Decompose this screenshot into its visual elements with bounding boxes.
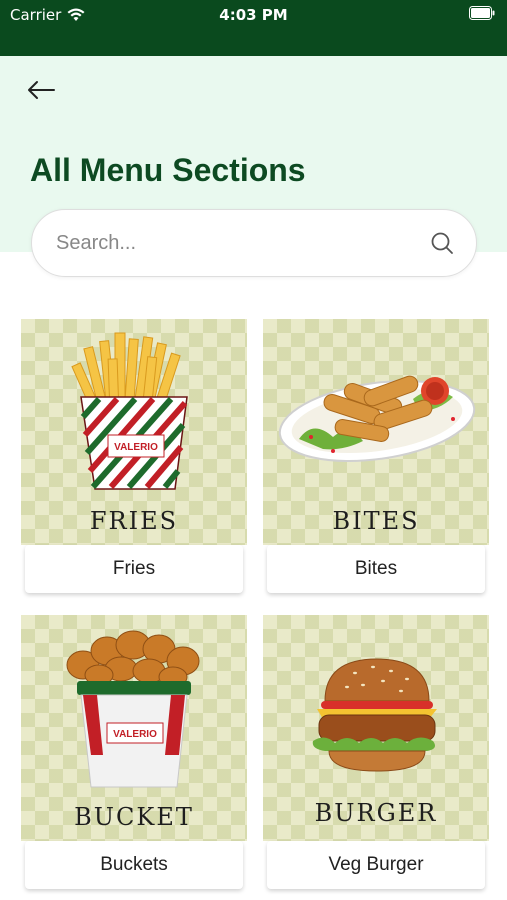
card-image-title: BUCKET xyxy=(74,803,194,831)
back-arrow-icon xyxy=(28,81,55,99)
card-label[interactable]: Veg Burger xyxy=(267,841,485,889)
status-time: 4:03 PM xyxy=(219,6,288,24)
card-image-bites[interactable]: BITES xyxy=(263,319,489,545)
card-image-title: BURGER xyxy=(314,799,438,827)
status-bar: Carrier 4:03 PM xyxy=(0,0,507,56)
card-image-fries[interactable]: VALERIO FRIES xyxy=(21,319,247,545)
search-input[interactable] xyxy=(56,210,416,276)
card-label[interactable]: Fries xyxy=(25,545,243,593)
back-button[interactable] xyxy=(24,76,58,104)
card-label[interactable]: Buckets xyxy=(25,841,243,889)
card-label[interactable]: Bites xyxy=(267,545,485,593)
card-image-title: BITES xyxy=(332,507,420,535)
battery-icon xyxy=(469,6,495,20)
search-bar[interactable] xyxy=(31,209,477,277)
card-image-burger[interactable]: BURGER xyxy=(263,615,489,841)
page-title: All Menu Sections xyxy=(30,152,306,188)
card-image-title: FRIES xyxy=(89,507,179,535)
card-image-bucket[interactable]: VALERIO BUCKET xyxy=(21,615,247,841)
search-icon[interactable] xyxy=(430,231,454,255)
brand-logo-text: VALERIO xyxy=(113,729,157,740)
brand-logo-text: VALERIO xyxy=(114,442,158,453)
